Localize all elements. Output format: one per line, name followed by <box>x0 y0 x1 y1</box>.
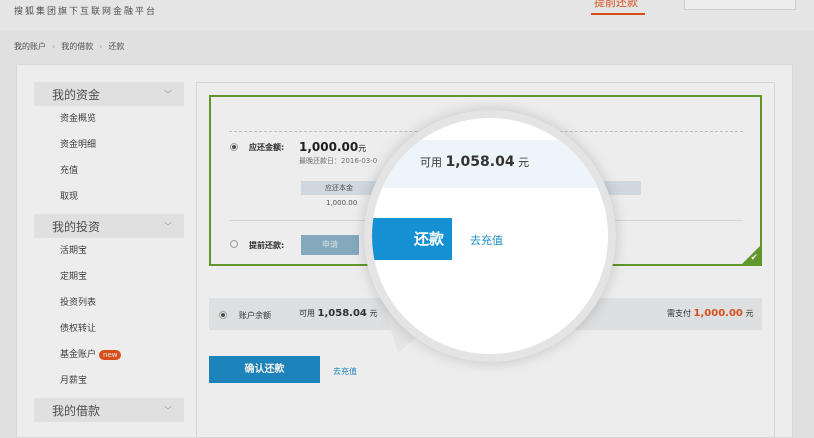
due-amount-value: 1,000.00元 <box>299 140 367 154</box>
sidebar-item-fund-account[interactable]: 基金账户 new <box>34 342 184 368</box>
sidebar: 我的资金 ﹀ 资金概览 资金明细 充值 取现 我的投资 ﹀ 活期宝 定期宝 投资… <box>34 82 184 422</box>
confirm-repay-button[interactable]: 确认还款 <box>209 356 320 383</box>
sidebar-item-funds-overview[interactable]: 资金概览 <box>34 106 184 132</box>
top-bar: 搜狐集团旗下互联网金融平台 提前还款 <box>0 0 814 30</box>
recharge-link[interactable]: 去充值 <box>333 366 357 377</box>
new-badge: new <box>99 350 122 360</box>
early-repay-radio[interactable] <box>230 240 238 248</box>
need-to-pay: 需支付 1,000.00 元 <box>667 308 754 319</box>
sidebar-item-funds-detail[interactable]: 资金明细 <box>34 132 184 158</box>
due-amount-radio[interactable] <box>230 143 238 151</box>
zoom-magnifier: 可用 1,058.04 元 还款 去充值 <box>364 110 616 362</box>
nav-active-underline <box>591 13 645 15</box>
balance-radio[interactable] <box>219 311 227 319</box>
due-amount-label: 应还金额: <box>249 143 285 152</box>
balance-label: 账户余额 <box>239 311 271 320</box>
logo-tagline: 搜狐集团旗下互联网金融平台 <box>14 7 158 17</box>
breadcrumb-separator-icon: › <box>99 42 103 51</box>
sidebar-item-recharge[interactable]: 充值 <box>34 158 184 184</box>
chevron-down-icon: ﹀ <box>164 222 172 231</box>
last-repay-date: 最晚还款日：2016-03-0 <box>299 157 378 165</box>
breadcrumb: 我的账户 › 我的借款 › 还款 <box>14 41 124 52</box>
check-icon: ✔ <box>750 253 758 263</box>
sidebar-section-investments[interactable]: 我的投资 ﹀ <box>34 214 184 238</box>
logo[interactable] <box>14 0 54 2</box>
nav-item-active[interactable]: 提前还款 <box>594 0 638 10</box>
sidebar-section-label: 我的借款 <box>52 403 101 418</box>
sidebar-item-current-treasure[interactable]: 活期宝 <box>34 238 184 264</box>
sidebar-item-investment-list[interactable]: 投资列表 <box>34 290 184 316</box>
early-repay-label: 提前还款: <box>249 241 285 250</box>
sidebar-section-funds[interactable]: 我的资金 ﹀ <box>34 82 184 106</box>
sidebar-section-label: 我的资金 <box>52 87 101 102</box>
chevron-down-icon: ﹀ <box>164 90 172 99</box>
sidebar-item-monthly-treasure[interactable]: 月薪宝 <box>34 368 184 394</box>
principal-column-value: 1,000.00 <box>326 199 358 207</box>
sidebar-item-label: 基金账户 <box>60 350 97 360</box>
top-search-box[interactable] <box>684 0 796 10</box>
magnifier-available: 可用 1,058.04 元 <box>420 154 530 170</box>
chevron-down-icon: ﹀ <box>164 406 172 415</box>
breadcrumb-separator-icon: › <box>52 42 56 51</box>
apply-button[interactable]: 申请 <box>301 235 359 255</box>
magnifier-recharge-link[interactable]: 去充值 <box>470 232 503 248</box>
sidebar-item-withdraw[interactable]: 取现 <box>34 184 184 210</box>
breadcrumb-current: 还款 <box>108 42 125 51</box>
magnifier-repay-button[interactable]: 还款 <box>372 218 452 260</box>
sidebar-section-label: 我的投资 <box>52 219 101 234</box>
balance-available: 可用 1,058.04 元 <box>299 308 378 319</box>
sidebar-item-fixed-treasure[interactable]: 定期宝 <box>34 264 184 290</box>
sidebar-item-debt-transfer[interactable]: 债权转让 <box>34 316 184 342</box>
sidebar-section-loans[interactable]: 我的借款 ﹀ <box>34 398 184 422</box>
principal-column-header: 应还本金 <box>325 184 353 192</box>
breadcrumb-my-account[interactable]: 我的账户 <box>14 41 46 52</box>
breadcrumb-my-loans[interactable]: 我的借款 <box>61 41 93 52</box>
